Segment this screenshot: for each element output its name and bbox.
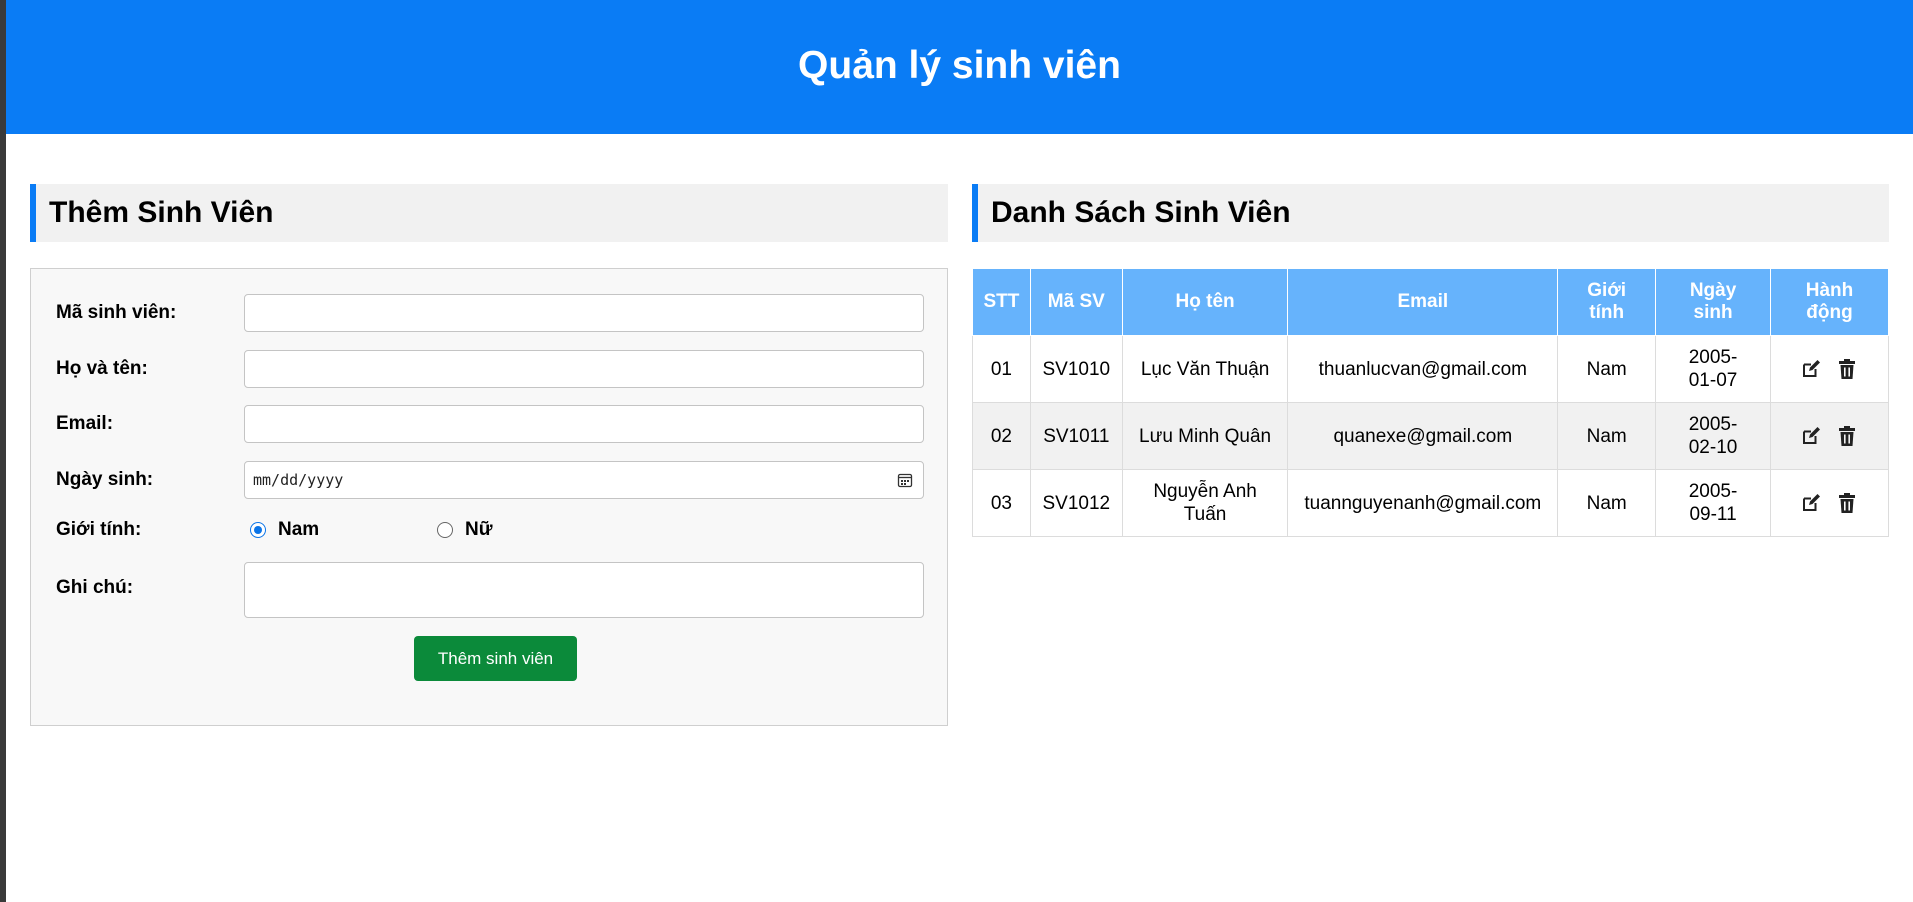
- email-input[interactable]: [244, 405, 924, 443]
- cell-stt: 03: [972, 469, 1031, 537]
- trash-icon[interactable]: [1837, 358, 1857, 380]
- gender-option-nam[interactable]: Nam: [250, 519, 319, 541]
- cell-name: Lục Văn Thuận: [1121, 335, 1289, 403]
- gender-option-label: Nam: [278, 519, 320, 540]
- dob-label: Ngày sinh:: [56, 469, 154, 490]
- page-title: Quản lý sinh viên: [798, 44, 1121, 87]
- col-email: Email: [1287, 268, 1559, 336]
- edit-icon[interactable]: [1801, 358, 1821, 380]
- table-header-row: STT Mã SV Họ tên Email Giới tính Ngày si…: [972, 268, 1890, 336]
- app-header: Quản lý sinh viên: [6, 0, 1913, 134]
- student-id-label: Mã sinh viên:: [56, 302, 177, 323]
- cell-gender: Nam: [1557, 402, 1657, 470]
- col-student-id: Mã SV: [1029, 268, 1123, 336]
- cell-actions: [1769, 402, 1890, 470]
- trash-icon[interactable]: [1837, 492, 1857, 514]
- table-row: 03 SV1012 Nguyễn Anh Tuấn tuannguyenanh@…: [972, 469, 1890, 537]
- full-name-input[interactable]: [244, 350, 924, 388]
- cell-email: quanexe@gmail.com: [1287, 402, 1559, 470]
- col-dob: Ngày sinh: [1655, 268, 1771, 336]
- cell-dob: 2005-09-11: [1655, 469, 1771, 537]
- cell-stt: 02: [972, 402, 1031, 470]
- student-id-input[interactable]: [244, 294, 924, 332]
- student-table: STT Mã SV Họ tên Email Giới tính Ngày si…: [972, 268, 1890, 537]
- cell-student-id: SV1012: [1029, 469, 1123, 537]
- calendar-icon[interactable]: [897, 472, 913, 488]
- gender-option-nu[interactable]: Nữ: [437, 519, 492, 541]
- student-list-heading: Danh Sách Sinh Viên: [972, 184, 1889, 242]
- add-student-heading: Thêm Sinh Viên: [30, 184, 948, 242]
- add-student-button[interactable]: Thêm sinh viên: [414, 636, 577, 681]
- cell-email: tuannguyenanh@gmail.com: [1287, 469, 1559, 537]
- page: Quản lý sinh viên Thêm Sinh Viên Danh Sá…: [6, 0, 1913, 902]
- gender-option-label: Nữ: [465, 519, 493, 540]
- gender-label: Giới tính:: [56, 519, 142, 540]
- cell-name: Lưu Minh Quân: [1121, 402, 1289, 470]
- edit-icon[interactable]: [1801, 425, 1821, 447]
- cell-gender: Nam: [1557, 469, 1657, 537]
- radio-nam[interactable]: [250, 522, 266, 538]
- col-stt: STT: [972, 268, 1031, 336]
- cell-stt: 01: [972, 335, 1031, 403]
- dob-placeholder: mm/dd/yyyy: [253, 471, 344, 489]
- edit-icon[interactable]: [1801, 492, 1821, 514]
- email-label: Email:: [56, 413, 114, 434]
- col-name: Họ tên: [1121, 268, 1289, 336]
- cell-actions: [1769, 335, 1890, 403]
- cell-student-id: SV1011: [1029, 402, 1123, 470]
- dob-input[interactable]: mm/dd/yyyy: [244, 461, 924, 499]
- col-actions: Hành động: [1769, 268, 1890, 336]
- trash-icon[interactable]: [1837, 425, 1857, 447]
- cell-student-id: SV1010: [1029, 335, 1123, 403]
- table-row: 01 SV1010 Lục Văn Thuận thuanlucvan@gmai…: [972, 335, 1890, 403]
- full-name-label: Họ và tên:: [56, 358, 148, 379]
- table-row: 02 SV1011 Lưu Minh Quân quanexe@gmail.co…: [972, 402, 1890, 470]
- radio-nu[interactable]: [437, 522, 453, 538]
- cell-actions: [1769, 469, 1890, 537]
- note-label: Ghi chú:: [56, 577, 134, 598]
- cell-email: thuanlucvan@gmail.com: [1287, 335, 1559, 403]
- cell-dob: 2005-02-10: [1655, 402, 1771, 470]
- cell-dob: 2005-01-07: [1655, 335, 1771, 403]
- col-gender: Giới tính: [1557, 268, 1657, 336]
- add-student-form: Mã sinh viên: Họ và tên: Email: Ngày sin…: [30, 268, 948, 726]
- cell-name: Nguyễn Anh Tuấn: [1121, 469, 1289, 537]
- note-textarea[interactable]: [244, 562, 924, 618]
- cell-gender: Nam: [1557, 335, 1657, 403]
